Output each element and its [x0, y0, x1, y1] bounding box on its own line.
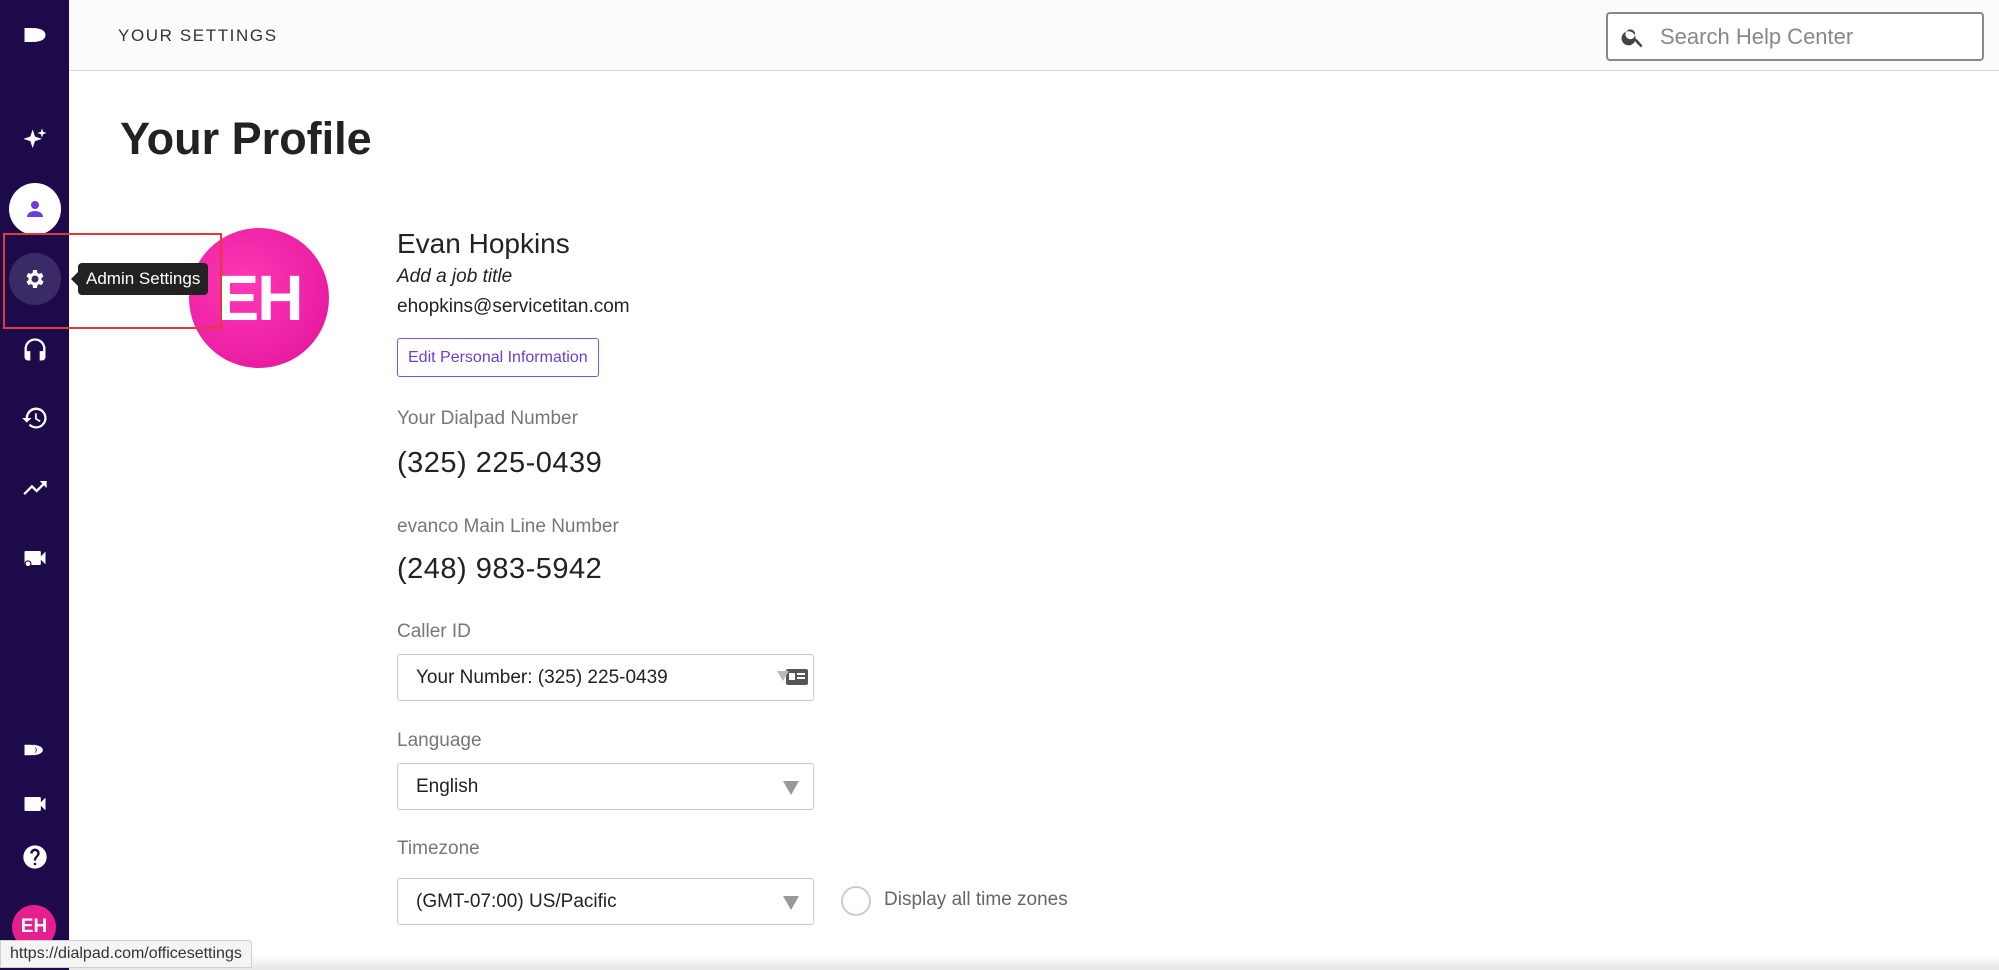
chevron-down-icon	[783, 896, 799, 910]
chevron-down-icon	[777, 671, 789, 681]
chevron-down-icon	[783, 781, 799, 795]
main-line-label: evanco Main Line Number	[397, 516, 619, 537]
page-title: Your Profile	[120, 113, 372, 164]
timezone-label: Timezone	[397, 838, 480, 859]
video-settings-icon[interactable]	[0, 533, 69, 583]
profile-email: ehopkins@servicetitan.com	[397, 296, 630, 317]
display-all-timezones-label: Display all time zones	[884, 889, 1068, 910]
job-title[interactable]: Add a job title	[397, 266, 512, 288]
admin-settings-tooltip: Admin Settings	[70, 263, 209, 295]
caller-id-label: Caller ID	[397, 621, 471, 642]
top-bar: YOUR SETTINGS	[69, 0, 1999, 71]
headset-icon[interactable]	[0, 325, 69, 375]
timezone-select[interactable]: (GMT-07:00) US/Pacific	[397, 878, 814, 925]
bottom-fade	[69, 955, 1999, 970]
dialpad-app-icon[interactable]	[0, 725, 69, 775]
edit-personal-info-button[interactable]: Edit Personal Information	[397, 338, 599, 377]
sparkle-icon[interactable]	[0, 115, 69, 165]
display-all-timezones-radio[interactable]	[841, 886, 871, 916]
sidebar: EH	[0, 0, 69, 970]
status-bar-url: https://dialpad.com/officesettings	[0, 940, 252, 968]
dialpad-number-label: Your Dialpad Number	[397, 408, 578, 429]
main-line-number: (248) 983-5942	[397, 553, 603, 585]
profile-name: Evan Hopkins	[397, 228, 570, 259]
help-icon[interactable]	[0, 832, 69, 882]
search-icon	[1621, 28, 1643, 47]
search-box[interactable]	[1606, 12, 1984, 61]
trending-up-icon[interactable]	[0, 463, 69, 513]
history-icon[interactable]	[0, 393, 69, 443]
timezone-value: (GMT-07:00) US/Pacific	[416, 890, 617, 912]
profile-avatar[interactable]: EH	[189, 228, 329, 368]
search-input[interactable]	[1660, 23, 1960, 50]
caller-id-value: Your Number: (325) 225-0439	[416, 666, 668, 688]
gear-icon[interactable]	[9, 253, 61, 305]
person-icon[interactable]	[9, 183, 61, 235]
settings-title: YOUR SETTINGS	[118, 26, 278, 45]
dialpad-number: (325) 225-0439	[397, 447, 603, 479]
language-label: Language	[397, 730, 482, 751]
language-select[interactable]: English	[397, 763, 814, 810]
dialpad-logo-icon[interactable]	[0, 10, 69, 60]
language-value: English	[416, 775, 479, 797]
caller-id-select[interactable]: Your Number: (325) 225-0439	[397, 654, 814, 701]
camera-icon[interactable]	[0, 779, 69, 829]
